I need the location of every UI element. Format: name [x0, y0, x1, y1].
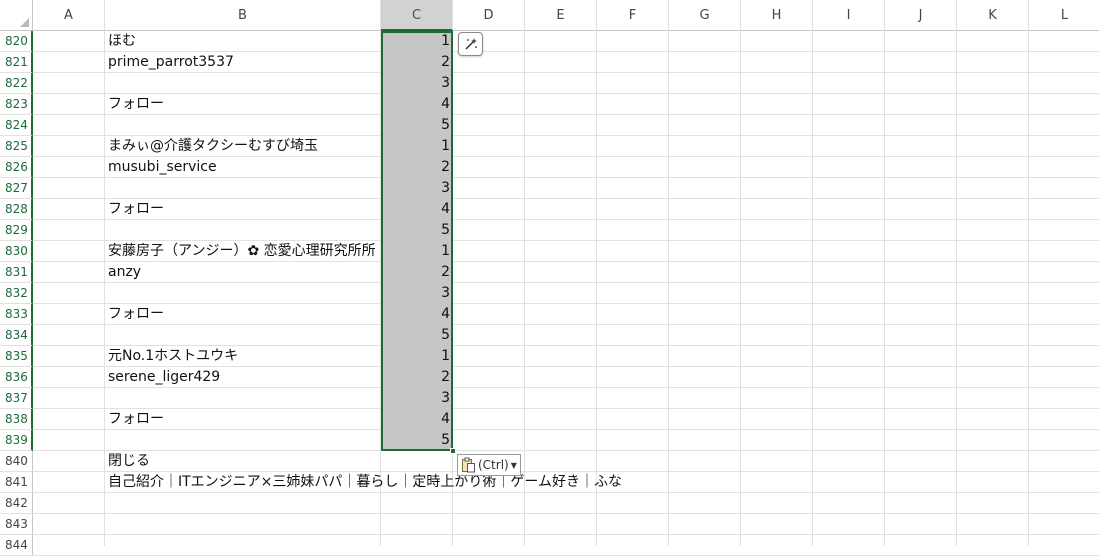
gridline-horizontal	[33, 429, 1099, 430]
row-header-833[interactable]: 833	[0, 304, 33, 325]
quick-analysis-button[interactable]	[458, 32, 483, 56]
gridline-horizontal	[33, 219, 1099, 220]
cell-c823[interactable]: 4	[381, 94, 453, 115]
cell-b833[interactable]: フォロー	[108, 304, 164, 325]
cell-c830[interactable]: 1	[381, 241, 453, 262]
cell-b838[interactable]: フォロー	[108, 409, 164, 430]
row-header-823[interactable]: 823	[0, 94, 33, 115]
row-header-835[interactable]: 835	[0, 346, 33, 367]
row-header-827[interactable]: 827	[0, 178, 33, 199]
cell-c835[interactable]: 1	[381, 346, 453, 367]
gridline-horizontal	[33, 534, 1099, 535]
paste-options-button[interactable]: (Ctrl) ▼	[457, 454, 521, 476]
gridline-vertical	[1028, 31, 1029, 546]
row-header-825[interactable]: 825	[0, 136, 33, 157]
cell-b825[interactable]: まみぃ@介護タクシーむすび埼玉	[108, 136, 318, 157]
row-header-839[interactable]: 839	[0, 430, 33, 451]
gridline-vertical	[812, 31, 813, 546]
cell-c836[interactable]: 2	[381, 367, 453, 388]
column-header-c[interactable]: C	[381, 0, 453, 31]
cell-c824[interactable]: 5	[381, 115, 453, 136]
row-header-837[interactable]: 837	[0, 388, 33, 409]
cell-b823[interactable]: フォロー	[108, 94, 164, 115]
column-header-e[interactable]: E	[525, 0, 597, 31]
cell-c825[interactable]: 1	[381, 136, 453, 157]
column-header-d[interactable]: D	[453, 0, 525, 31]
spreadsheet-grid[interactable]: ABCDEFGHIJKL 820 821 822 823 824 825 826 827 828…	[0, 0, 1099, 556]
gridline-horizontal	[33, 513, 1099, 514]
select-all-button[interactable]	[0, 0, 33, 31]
cell-b826[interactable]: musubi_service	[108, 157, 217, 178]
cell-c826[interactable]: 2	[381, 157, 453, 178]
row-header-831[interactable]: 831	[0, 262, 33, 283]
row-header-842[interactable]: 842	[0, 493, 33, 514]
gridline-horizontal	[33, 198, 1099, 199]
cell-b841[interactable]: 自己紹介｜ITエンジニア×三姉妹パパ｜暮らし｜定時上がり術｜ゲーム好き｜ふな	[108, 472, 622, 493]
row-header-836[interactable]: 836	[0, 367, 33, 388]
row-header-843[interactable]: 843	[0, 514, 33, 535]
cell-b831[interactable]: anzy	[108, 262, 141, 283]
cell-b821[interactable]: prime_parrot3537	[108, 52, 234, 73]
column-header-h[interactable]: H	[741, 0, 813, 31]
cell-b830[interactable]: 安藤房子（アンジー）✿ 恋愛心理研究所所	[108, 241, 376, 262]
gridline-horizontal	[33, 93, 1099, 94]
cell-c837[interactable]: 3	[381, 388, 453, 409]
gridline-horizontal	[33, 282, 1099, 283]
gridline-vertical	[596, 31, 597, 546]
row-header-830[interactable]: 830	[0, 241, 33, 262]
cell-b836[interactable]: serene_liger429	[108, 367, 220, 388]
cell-c821[interactable]: 2	[381, 52, 453, 73]
row-header-824[interactable]: 824	[0, 115, 33, 136]
cell-b840[interactable]: 閉じる	[108, 451, 150, 472]
gridline-vertical	[884, 31, 885, 546]
quick-analysis-icon	[465, 38, 477, 50]
row-header-840[interactable]: 840	[0, 451, 33, 472]
cell-c820[interactable]: 1	[381, 31, 453, 52]
gridline-vertical	[740, 31, 741, 546]
cell-c839[interactable]: 5	[381, 430, 453, 451]
cell-c831[interactable]: 2	[381, 262, 453, 283]
cell-c834[interactable]: 5	[381, 325, 453, 346]
cell-c832[interactable]: 3	[381, 283, 453, 304]
row-header-829[interactable]: 829	[0, 220, 33, 241]
cell-c822[interactable]: 3	[381, 73, 453, 94]
gridline-vertical	[524, 31, 525, 546]
cell-c833[interactable]: 4	[381, 304, 453, 325]
column-header-i[interactable]: I	[813, 0, 885, 31]
cell-b820[interactable]: ほむ	[108, 31, 136, 52]
gridline-horizontal	[33, 450, 1099, 451]
row-header-832[interactable]: 832	[0, 283, 33, 304]
cell-c827[interactable]: 3	[381, 178, 453, 199]
cell-b828[interactable]: フォロー	[108, 199, 164, 220]
paste-options-label: (Ctrl)	[478, 458, 509, 472]
column-header-g[interactable]: G	[669, 0, 741, 31]
row-header-822[interactable]: 822	[0, 73, 33, 94]
column-header-a[interactable]: A	[33, 0, 105, 31]
cell-c829[interactable]: 5	[381, 220, 453, 241]
column-header-f[interactable]: F	[597, 0, 669, 31]
column-header-k[interactable]: K	[957, 0, 1029, 31]
cell-c838[interactable]: 4	[381, 409, 453, 430]
row-header-838[interactable]: 838	[0, 409, 33, 430]
column-header-l[interactable]: L	[1029, 0, 1099, 31]
row-header-820[interactable]: 820	[0, 31, 33, 52]
gridline-vertical	[668, 31, 669, 546]
gridline-horizontal	[33, 303, 1099, 304]
chevron-down-icon: ▼	[510, 460, 517, 470]
gridline-horizontal	[33, 114, 1099, 115]
gridline-vertical	[956, 31, 957, 546]
row-header-828[interactable]: 828	[0, 199, 33, 220]
row-header-841[interactable]: 841	[0, 472, 33, 493]
row-header-834[interactable]: 834	[0, 325, 33, 346]
clipboard-icon	[462, 457, 475, 473]
column-header-j[interactable]: J	[885, 0, 957, 31]
column-header-b[interactable]: B	[105, 0, 381, 31]
cell-b835[interactable]: 元No.1ホストユウキ	[108, 346, 238, 367]
row-header-826[interactable]: 826	[0, 157, 33, 178]
gridline-vertical	[104, 31, 105, 546]
row-header-821[interactable]: 821	[0, 52, 33, 73]
cell-c828[interactable]: 4	[381, 199, 453, 220]
gridline-horizontal	[33, 324, 1099, 325]
gridline-horizontal	[33, 408, 1099, 409]
